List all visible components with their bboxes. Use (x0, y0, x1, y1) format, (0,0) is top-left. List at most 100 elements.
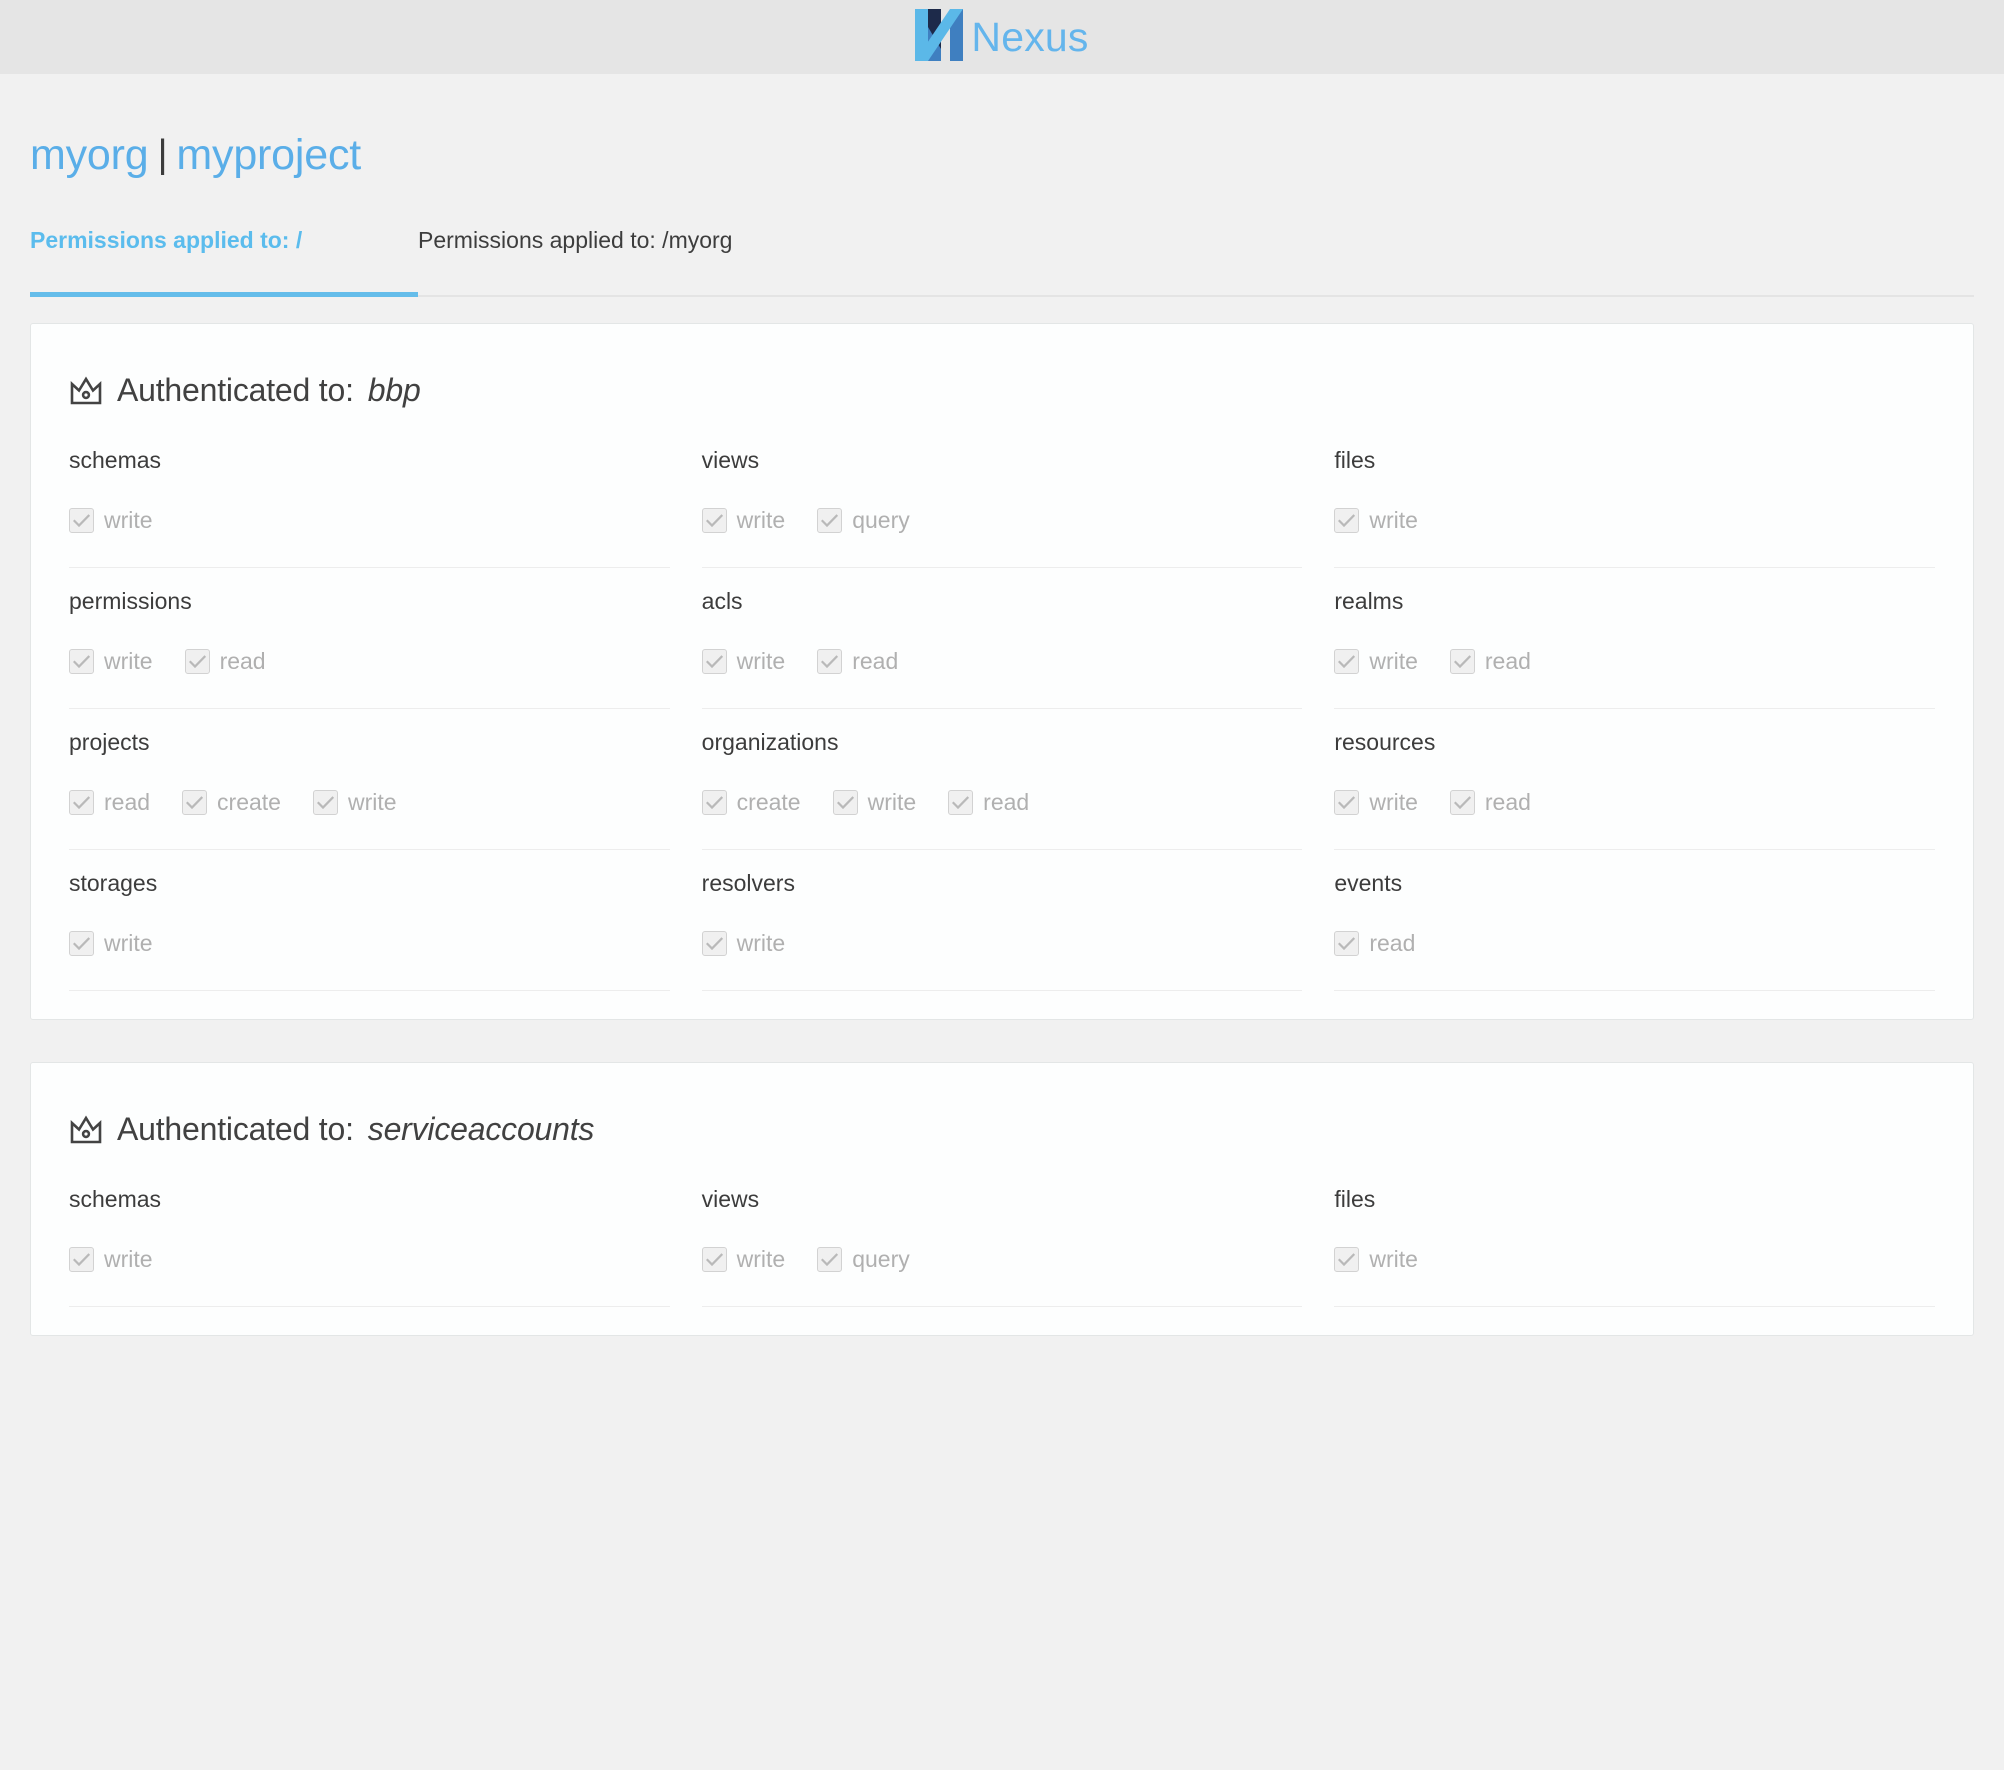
permission-resource-label: projects (69, 729, 150, 756)
checkbox-write[interactable] (69, 931, 94, 957)
action-label: write (1369, 789, 1418, 816)
permission-action[interactable]: read (817, 648, 899, 675)
permission-action[interactable]: write (69, 1246, 153, 1273)
checkbox-write[interactable] (69, 508, 94, 534)
checkbox-write[interactable] (1334, 508, 1360, 534)
permission-cell: resources write read (1334, 709, 1935, 851)
permission-resource-label: files (1334, 447, 1376, 474)
permission-actions: read (1334, 931, 1935, 957)
permission-cell: acls write read (701, 568, 1303, 710)
brand[interactable]: Nexus (915, 8, 1088, 66)
permission-action[interactable]: write (701, 508, 785, 534)
permission-cell: events read (1334, 850, 1935, 992)
action-label: read (852, 648, 899, 675)
checkbox-read[interactable] (948, 790, 974, 816)
permission-action[interactable]: write (832, 789, 917, 816)
checkbox-read[interactable] (184, 649, 210, 675)
action-label: write (347, 789, 397, 816)
checkbox-write[interactable] (1334, 1247, 1360, 1273)
permission-action[interactable]: write (701, 648, 786, 675)
action-label: write (104, 930, 153, 957)
checkbox-read[interactable] (69, 790, 94, 816)
checkbox-read[interactable] (817, 649, 843, 675)
breadcrumb-project-link[interactable]: myproject (176, 131, 361, 179)
permission-cell: views write query (701, 427, 1303, 569)
breadcrumb-org-link[interactable]: myorg (30, 131, 149, 179)
permission-action[interactable]: write (1334, 649, 1418, 675)
breadcrumb-separator: | (157, 133, 168, 176)
permission-action[interactable]: read (948, 790, 1029, 816)
permission-action[interactable]: read (69, 790, 150, 816)
crown-icon (69, 376, 103, 406)
permission-action[interactable]: read (1449, 649, 1531, 675)
permission-cell: files write (1334, 1166, 1935, 1308)
permission-resource-label: organizations (701, 729, 839, 756)
tab-permissions-0[interactable]: Permissions applied to: / (30, 221, 418, 298)
permission-card: Authenticated to: bbp schemas write views wri… (30, 323, 1974, 1021)
permission-action[interactable]: write (1334, 508, 1418, 534)
checkbox-write[interactable] (1334, 649, 1360, 675)
permission-action[interactable]: write (1334, 789, 1418, 816)
checkbox-write[interactable] (701, 649, 727, 675)
checkbox-write[interactable] (701, 931, 727, 957)
permission-action[interactable]: create (701, 789, 801, 816)
permission-action[interactable]: query (817, 1246, 910, 1273)
permission-action[interactable]: read (1449, 790, 1531, 816)
checkbox-create[interactable] (182, 790, 208, 816)
permission-actions: read create write (69, 789, 670, 816)
permission-resource-label: files (1334, 1186, 1376, 1213)
checkbox-write[interactable] (69, 1247, 94, 1273)
checkbox-create[interactable] (701, 790, 727, 816)
permission-card: Authenticated to: serviceaccounts schemas w… (30, 1062, 1974, 1337)
checkbox-query[interactable] (817, 1247, 843, 1273)
permission-cell: files write (1334, 427, 1935, 569)
tab-label: Permissions applied to: /myorg (418, 227, 733, 254)
action-label: write (104, 1246, 153, 1273)
permission-resource-label: views (701, 447, 760, 474)
checkbox-write[interactable] (832, 790, 858, 816)
action-label: write (867, 789, 917, 816)
action-label: write (736, 648, 786, 675)
checkbox-write[interactable] (701, 1247, 727, 1273)
permission-action[interactable]: write (701, 931, 785, 957)
tab-bar: Permissions applied to: / Permissions app… (30, 221, 1974, 298)
action-label: query (852, 1246, 910, 1273)
permission-action[interactable]: read (1334, 931, 1415, 957)
permission-action[interactable]: query (817, 508, 910, 534)
permission-cell: schemas write (69, 1166, 670, 1308)
permission-action[interactable]: create (182, 790, 281, 816)
permission-actions: write query (701, 1246, 1303, 1273)
checkbox-read[interactable] (1449, 649, 1475, 675)
crown-icon (69, 1115, 103, 1145)
card-title: Authenticated to: serviceaccounts (69, 1111, 1935, 1148)
permission-resource-label: schemas (69, 1186, 162, 1213)
checkbox-read[interactable] (1449, 790, 1475, 816)
permission-resource-label: acls (701, 588, 743, 615)
checkbox-read[interactable] (1334, 931, 1360, 957)
checkbox-write[interactable] (69, 649, 94, 675)
action-label: create (736, 789, 801, 816)
permission-actions: write read (701, 648, 1303, 675)
breadcrumb: myorg | myproject (30, 74, 1974, 179)
permission-actions: create write read (701, 789, 1303, 816)
permission-action[interactable]: write (69, 649, 153, 675)
permission-actions: write (69, 508, 670, 534)
permission-cell: permissions write read (69, 568, 670, 710)
action-label: read (219, 648, 266, 675)
permission-action[interactable]: write (312, 789, 397, 816)
tab-permissions-1[interactable]: Permissions applied to: /myorg (418, 221, 732, 295)
permission-action[interactable]: write (1334, 1247, 1418, 1273)
permission-action[interactable]: read (184, 648, 266, 675)
checkbox-write[interactable] (1334, 790, 1360, 816)
card-title-prefix: Authenticated to: (117, 372, 354, 409)
checkbox-query[interactable] (817, 508, 843, 534)
permission-grid: schemas write views write query files write per… (69, 427, 1935, 992)
permission-action[interactable]: write (69, 508, 153, 534)
permission-resource-label: storages (69, 870, 158, 897)
permission-cell: storages write (69, 850, 670, 992)
permission-actions: write read (69, 648, 670, 675)
permission-action[interactable]: write (69, 930, 153, 957)
checkbox-write[interactable] (701, 508, 727, 534)
checkbox-write[interactable] (312, 790, 338, 816)
permission-action[interactable]: write (701, 1247, 785, 1273)
